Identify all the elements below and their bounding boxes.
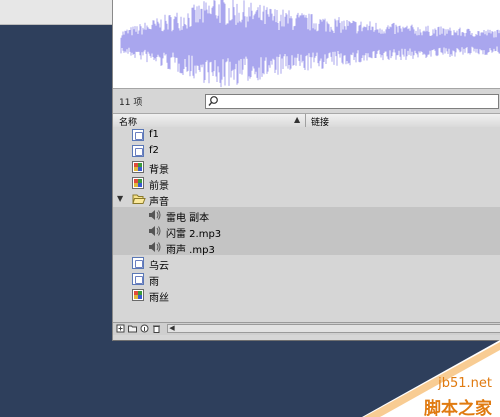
item-label: 背景 [149, 165, 169, 176]
column-divider[interactable] [305, 114, 306, 127]
sort-ascending-icon[interactable]: ▲ [294, 115, 300, 124]
item-label: 雨 [149, 277, 159, 288]
graphic-symbol-icon [132, 257, 144, 269]
sound-icon [148, 209, 161, 221]
list-item[interactable]: 雨丝 [113, 287, 500, 304]
stage-area-strip [0, 0, 112, 25]
library-panel: 11 项 名称 ▲ 链接 f1 f2 背景 前景 ▼ 声音 雷电 副本 闪雷 2… [112, 0, 500, 341]
item-label: f1 [149, 129, 159, 140]
item-label: 前景 [149, 181, 169, 192]
item-label: 雷电 副本 [166, 213, 210, 224]
graphic-symbol-icon [132, 129, 144, 141]
list-item[interactable]: 背景 [113, 159, 500, 176]
bitmap-icon [132, 177, 144, 189]
search-input[interactable] [222, 95, 492, 107]
search-icon [208, 95, 220, 107]
delete-icon[interactable] [152, 324, 161, 333]
bitmap-icon [132, 161, 144, 173]
watermark-name: 脚本之家 [424, 399, 492, 417]
item-count: 11 项 [119, 98, 143, 108]
list-item[interactable]: f2 [113, 143, 500, 159]
expand-toggle-icon[interactable]: ▼ [117, 194, 123, 203]
scroll-left-icon[interactable]: ◀ [168, 325, 176, 332]
item-label: 雨丝 [149, 293, 169, 304]
search-field[interactable] [205, 94, 499, 109]
new-symbol-icon[interactable] [116, 324, 125, 333]
horizontal-scrollbar[interactable]: ◀ [167, 324, 500, 333]
folder-open-icon [132, 193, 146, 205]
list-item[interactable]: 雷电 副本 [113, 207, 500, 224]
bitmap-icon [132, 289, 144, 301]
item-label: 乌云 [149, 261, 169, 272]
list-item[interactable]: 雨声 .mp3 [113, 239, 500, 256]
watermark-site: jb51.net [438, 376, 492, 391]
library-toolbar: ◀ [113, 322, 500, 335]
new-folder-icon[interactable] [128, 324, 137, 333]
graphic-symbol-icon [132, 145, 144, 157]
list-item[interactable]: 乌云 [113, 255, 500, 272]
list-item[interactable]: 雨 [113, 271, 500, 288]
item-label: 声音 [149, 197, 169, 208]
watermark: jb51.net 脚本之家 [350, 340, 500, 417]
library-list: f1 f2 背景 前景 ▼ 声音 雷电 副本 闪雷 2.mp3 雨声 .mp3 … [113, 127, 500, 321]
graphic-symbol-icon [132, 273, 144, 285]
search-bar: 11 项 [113, 92, 500, 110]
sound-waveform [120, 0, 500, 88]
item-label: f2 [149, 145, 159, 156]
folder-item[interactable]: ▼ 声音 [113, 191, 500, 208]
list-item[interactable]: 前景 [113, 175, 500, 192]
sound-preview [113, 0, 500, 89]
column-header: 名称 ▲ 链接 [113, 113, 500, 128]
list-item[interactable]: 闪雷 2.mp3 [113, 223, 500, 240]
list-item[interactable]: f1 [113, 127, 500, 143]
sound-icon [148, 225, 161, 237]
sound-icon [148, 241, 161, 253]
item-label: 雨声 .mp3 [166, 245, 215, 256]
item-label: 闪雷 2.mp3 [166, 229, 222, 240]
properties-icon[interactable] [140, 324, 149, 333]
